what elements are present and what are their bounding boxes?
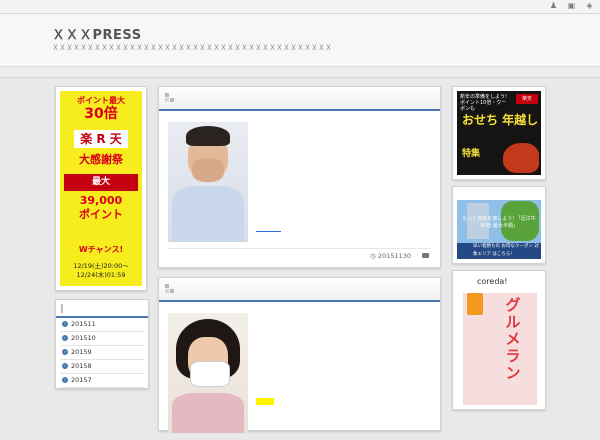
coreda-logo: coreda!: [477, 277, 508, 286]
thumbnail-hair: [186, 126, 230, 146]
osechi-banner-ad[interactable]: 新年の準備をしよう! ポイント10倍・クーポンも 楽天 おせち 年越し 特集: [457, 91, 541, 175]
chevron-right-icon: ›: [62, 321, 68, 327]
ad-headline: おせち 年越し: [462, 113, 539, 127]
ad-text-point-max: ポイント最大 30倍: [77, 96, 125, 122]
post-link[interactable]: [256, 231, 281, 232]
main-content: ◷ 20151130: [158, 86, 441, 440]
gourmet-ad-box: coreda! グルメラン: [452, 270, 546, 410]
site-title[interactable]: ＸＸＸPRESS: [52, 24, 142, 43]
chevron-right-icon: ›: [62, 363, 68, 369]
thumbnail-clothes: [172, 393, 244, 433]
ad-top-strip: [457, 191, 541, 200]
post-title-icon: [165, 284, 174, 293]
widget-header: [56, 300, 148, 318]
post-thumbnail-image[interactable]: [168, 122, 248, 242]
ad-text: もっと日本を旅しよう! 「近江牛30倍 最大半額」: [462, 216, 536, 229]
folder-icon[interactable]: [422, 253, 429, 258]
rakuten-logo: 楽 R 天: [74, 130, 128, 148]
post-header[interactable]: [159, 278, 440, 302]
rakuten-badge: 楽天: [516, 94, 538, 104]
thumbnail-mask: [190, 361, 230, 387]
post-body: [159, 302, 440, 433]
archive-item[interactable]: › 201510: [60, 332, 144, 346]
top-bar: ♟ ▣ ◈: [0, 0, 600, 14]
user-icon[interactable]: ♟: [549, 1, 558, 10]
post-title-icon: [165, 93, 174, 102]
site-description: ＸＸＸＸＸＸＸＸＸＸＸＸＸＸＸＸＸＸＸＸＸＸＸＸＸＸＸＸＸＸＸＸＸＸＸＸＸＸＸＸ: [52, 44, 332, 52]
lock-icon[interactable]: ▣: [567, 1, 576, 10]
archive-item[interactable]: › 20159: [60, 346, 144, 360]
post-card: ◷ 20151130: [158, 86, 441, 268]
widget-title-marker: [61, 304, 63, 313]
rakuten-ad-box: ポイント最大 30倍 楽 R 天 大感謝祭 最大 39,000 ポイント Wチャ…: [55, 86, 147, 291]
archive-list: › 201511 › 201510 › 20159 › 20158 › 20157: [56, 318, 148, 388]
chevron-right-icon: ›: [62, 377, 68, 383]
thumbnail-hand: [192, 158, 224, 182]
top-icon-group: ♟ ▣ ◈: [549, 1, 594, 10]
ad-feature-label: 特集: [462, 149, 481, 159]
global-nav: [0, 67, 600, 78]
post-card: [158, 277, 441, 433]
highlight-mark: [256, 398, 274, 405]
gourmet-banner-ad[interactable]: coreda! グルメラン: [457, 275, 541, 405]
archive-item[interactable]: › 201511: [60, 318, 144, 332]
ad-text-points: 39,000 ポイント: [79, 194, 123, 221]
post-date: ◷ 20151130: [370, 252, 411, 260]
rakuten-banner-ad[interactable]: ポイント最大 30倍 楽 R 天 大感謝祭 最大 39,000 ポイント Wチャ…: [60, 91, 142, 286]
post-footer: ◷ 20151130: [168, 248, 431, 263]
medal-icon: [467, 293, 483, 315]
archive-widget: › 201511 › 201510 › 20159 › 20158 › 20157: [55, 299, 149, 389]
ad-text-campaign: 大感謝祭: [79, 153, 123, 166]
left-sidebar: ポイント最大 30倍 楽 R 天 大感謝祭 最大 39,000 ポイント Wチャ…: [55, 86, 149, 389]
archive-item[interactable]: › 20157: [60, 374, 144, 388]
travel-banner-ad[interactable]: もっと日本を旅しよう! 「近江牛30倍 最大半額」 早い者勝ちの お得なクーポン…: [457, 191, 541, 259]
post-body: ◷ 20151130: [159, 111, 440, 267]
archive-item[interactable]: › 20158: [60, 360, 144, 374]
ad-headline: グルメラン: [505, 296, 521, 382]
rss-icon[interactable]: ◈: [585, 1, 594, 10]
site-header: ＸＸＸPRESS ＸＸＸＸＸＸＸＸＸＸＸＸＸＸＸＸＸＸＸＸＸＸＸＸＸＸＸＸＸＸＸ…: [0, 14, 600, 67]
thumbnail-shirt: [172, 186, 244, 242]
post-thumbnail-image[interactable]: [168, 313, 248, 433]
right-sidebar: 新年の準備をしよう! ポイント10倍・クーポンも 楽天 おせち 年越し 特集 も…: [452, 86, 546, 416]
ad-text-dates: 12/19(土)20:00〜 12/24(木)01:59: [73, 262, 129, 279]
ad-text-chance: Wチャンス!: [78, 245, 124, 254]
chevron-right-icon: ›: [62, 335, 68, 341]
ad-subtext: 新年の準備をしよう! ポイント10倍・クーポンも: [460, 94, 508, 112]
lobster-image: [503, 143, 539, 173]
post-header[interactable]: [159, 87, 440, 111]
osechi-ad-box: 新年の準備をしよう! ポイント10倍・クーポンも 楽天 おせち 年越し 特集: [452, 86, 546, 180]
chevron-right-icon: ›: [62, 349, 68, 355]
travel-ad-box: もっと日本を旅しよう! 「近江牛30倍 最大半額」 早い者勝ちの お得なクーポン…: [452, 186, 546, 264]
ad-bottom-text: 早い者勝ちの お得なクーポン 対象エリア はこちら!: [457, 243, 541, 259]
ad-text-max: 最大: [64, 174, 138, 191]
